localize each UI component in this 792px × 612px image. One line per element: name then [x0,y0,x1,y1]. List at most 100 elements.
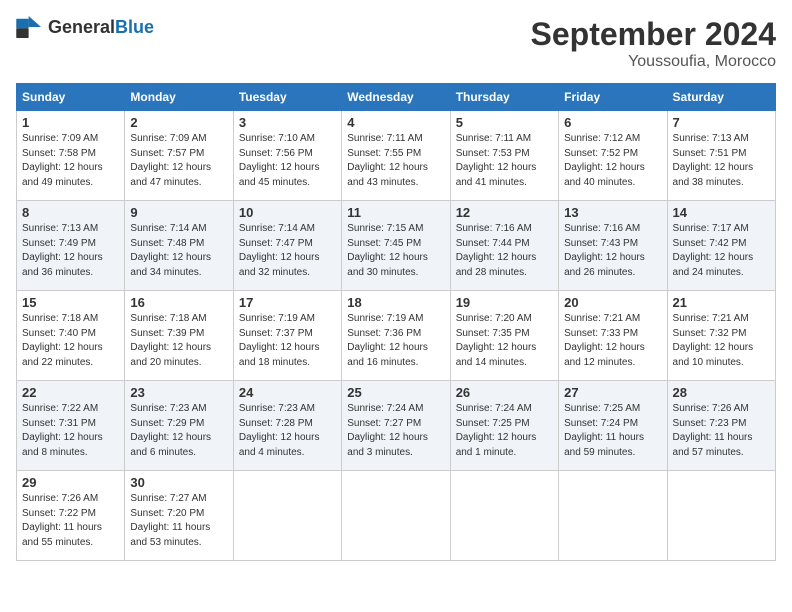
day-number: 6 [564,115,661,130]
calendar-table: SundayMondayTuesdayWednesdayThursdayFrid… [16,83,776,561]
weekday-header-saturday: Saturday [667,84,775,111]
weekday-header-sunday: Sunday [17,84,125,111]
calendar-week-row: 15 Sunrise: 7:18 AMSunset: 7:40 PMDaylig… [17,291,776,381]
weekday-header-friday: Friday [559,84,667,111]
day-info: Sunrise: 7:24 AMSunset: 7:25 PMDaylight:… [456,403,537,458]
calendar-week-row: 8 Sunrise: 7:13 AMSunset: 7:49 PMDayligh… [17,201,776,291]
day-number: 7 [673,115,770,130]
calendar-cell: 29 Sunrise: 7:26 AMSunset: 7:22 PMDaylig… [17,471,125,561]
day-number: 18 [347,295,444,310]
day-info: Sunrise: 7:09 AMSunset: 7:57 PMDaylight:… [130,133,211,188]
day-number: 28 [673,385,770,400]
day-number: 5 [456,115,553,130]
calendar-cell: 14 Sunrise: 7:17 AMSunset: 7:42 PMDaylig… [667,201,775,291]
day-info: Sunrise: 7:10 AMSunset: 7:56 PMDaylight:… [239,133,320,188]
day-info: Sunrise: 7:16 AMSunset: 7:43 PMDaylight:… [564,223,645,278]
calendar-cell: 26 Sunrise: 7:24 AMSunset: 7:25 PMDaylig… [450,381,558,471]
day-info: Sunrise: 7:15 AMSunset: 7:45 PMDaylight:… [347,223,428,278]
day-number: 29 [22,475,119,490]
calendar-cell: 5 Sunrise: 7:11 AMSunset: 7:53 PMDayligh… [450,111,558,201]
calendar-cell: 10 Sunrise: 7:14 AMSunset: 7:47 PMDaylig… [233,201,341,291]
month-title: September 2024 [531,16,776,53]
calendar-cell: 22 Sunrise: 7:22 AMSunset: 7:31 PMDaylig… [17,381,125,471]
calendar-cell: 23 Sunrise: 7:23 AMSunset: 7:29 PMDaylig… [125,381,233,471]
weekday-header-thursday: Thursday [450,84,558,111]
day-number: 16 [130,295,227,310]
day-info: Sunrise: 7:21 AMSunset: 7:32 PMDaylight:… [673,313,754,368]
calendar-cell: 11 Sunrise: 7:15 AMSunset: 7:45 PMDaylig… [342,201,450,291]
logo-wordmark: GeneralBlue [48,17,154,38]
calendar-cell: 18 Sunrise: 7:19 AMSunset: 7:36 PMDaylig… [342,291,450,381]
day-number: 1 [22,115,119,130]
day-number: 2 [130,115,227,130]
calendar-cell [233,471,341,561]
calendar-cell [342,471,450,561]
day-info: Sunrise: 7:18 AMSunset: 7:39 PMDaylight:… [130,313,211,368]
calendar-cell: 1 Sunrise: 7:09 AMSunset: 7:58 PMDayligh… [17,111,125,201]
day-number: 26 [456,385,553,400]
logo-icon [16,16,44,38]
day-info: Sunrise: 7:25 AMSunset: 7:24 PMDaylight:… [564,403,644,458]
calendar-cell: 13 Sunrise: 7:16 AMSunset: 7:43 PMDaylig… [559,201,667,291]
calendar-week-row: 1 Sunrise: 7:09 AMSunset: 7:58 PMDayligh… [17,111,776,201]
day-info: Sunrise: 7:20 AMSunset: 7:35 PMDaylight:… [456,313,537,368]
day-info: Sunrise: 7:16 AMSunset: 7:44 PMDaylight:… [456,223,537,278]
day-number: 4 [347,115,444,130]
day-number: 11 [347,205,444,220]
day-info: Sunrise: 7:12 AMSunset: 7:52 PMDaylight:… [564,133,645,188]
calendar-week-row: 22 Sunrise: 7:22 AMSunset: 7:31 PMDaylig… [17,381,776,471]
logo-blue: Blue [115,17,154,37]
calendar-cell: 7 Sunrise: 7:13 AMSunset: 7:51 PMDayligh… [667,111,775,201]
calendar-week-row: 29 Sunrise: 7:26 AMSunset: 7:22 PMDaylig… [17,471,776,561]
day-number: 15 [22,295,119,310]
day-number: 12 [456,205,553,220]
day-info: Sunrise: 7:22 AMSunset: 7:31 PMDaylight:… [22,403,103,458]
day-info: Sunrise: 7:23 AMSunset: 7:29 PMDaylight:… [130,403,211,458]
day-info: Sunrise: 7:27 AMSunset: 7:20 PMDaylight:… [130,493,210,548]
calendar-cell: 3 Sunrise: 7:10 AMSunset: 7:56 PMDayligh… [233,111,341,201]
calendar-cell: 30 Sunrise: 7:27 AMSunset: 7:20 PMDaylig… [125,471,233,561]
day-number: 24 [239,385,336,400]
calendar-cell: 2 Sunrise: 7:09 AMSunset: 7:57 PMDayligh… [125,111,233,201]
calendar-cell: 9 Sunrise: 7:14 AMSunset: 7:48 PMDayligh… [125,201,233,291]
calendar-cell: 27 Sunrise: 7:25 AMSunset: 7:24 PMDaylig… [559,381,667,471]
location-title: Youssoufia, Morocco [531,53,776,71]
calendar-cell: 19 Sunrise: 7:20 AMSunset: 7:35 PMDaylig… [450,291,558,381]
day-number: 22 [22,385,119,400]
title-block: September 2024 Youssoufia, Morocco [531,16,776,71]
calendar-cell: 12 Sunrise: 7:16 AMSunset: 7:44 PMDaylig… [450,201,558,291]
day-info: Sunrise: 7:24 AMSunset: 7:27 PMDaylight:… [347,403,428,458]
day-number: 8 [22,205,119,220]
weekday-header-tuesday: Tuesday [233,84,341,111]
day-info: Sunrise: 7:23 AMSunset: 7:28 PMDaylight:… [239,403,320,458]
day-info: Sunrise: 7:19 AMSunset: 7:36 PMDaylight:… [347,313,428,368]
page-header: GeneralBlue September 2024 Youssoufia, M… [16,16,776,71]
calendar-cell: 17 Sunrise: 7:19 AMSunset: 7:37 PMDaylig… [233,291,341,381]
day-info: Sunrise: 7:26 AMSunset: 7:22 PMDaylight:… [22,493,102,548]
calendar-cell: 6 Sunrise: 7:12 AMSunset: 7:52 PMDayligh… [559,111,667,201]
calendar-cell [667,471,775,561]
day-number: 20 [564,295,661,310]
calendar-cell [450,471,558,561]
day-info: Sunrise: 7:17 AMSunset: 7:42 PMDaylight:… [673,223,754,278]
day-number: 17 [239,295,336,310]
calendar-cell: 8 Sunrise: 7:13 AMSunset: 7:49 PMDayligh… [17,201,125,291]
day-info: Sunrise: 7:11 AMSunset: 7:55 PMDaylight:… [347,133,428,188]
calendar-cell: 16 Sunrise: 7:18 AMSunset: 7:39 PMDaylig… [125,291,233,381]
day-info: Sunrise: 7:11 AMSunset: 7:53 PMDaylight:… [456,133,537,188]
calendar-cell: 15 Sunrise: 7:18 AMSunset: 7:40 PMDaylig… [17,291,125,381]
day-number: 21 [673,295,770,310]
day-info: Sunrise: 7:14 AMSunset: 7:48 PMDaylight:… [130,223,211,278]
calendar-cell: 20 Sunrise: 7:21 AMSunset: 7:33 PMDaylig… [559,291,667,381]
calendar-cell: 24 Sunrise: 7:23 AMSunset: 7:28 PMDaylig… [233,381,341,471]
day-info: Sunrise: 7:13 AMSunset: 7:49 PMDaylight:… [22,223,103,278]
calendar-cell: 25 Sunrise: 7:24 AMSunset: 7:27 PMDaylig… [342,381,450,471]
day-number: 9 [130,205,227,220]
day-info: Sunrise: 7:13 AMSunset: 7:51 PMDaylight:… [673,133,754,188]
calendar-cell [559,471,667,561]
day-info: Sunrise: 7:14 AMSunset: 7:47 PMDaylight:… [239,223,320,278]
day-number: 13 [564,205,661,220]
day-number: 25 [347,385,444,400]
weekday-header-wednesday: Wednesday [342,84,450,111]
day-number: 27 [564,385,661,400]
